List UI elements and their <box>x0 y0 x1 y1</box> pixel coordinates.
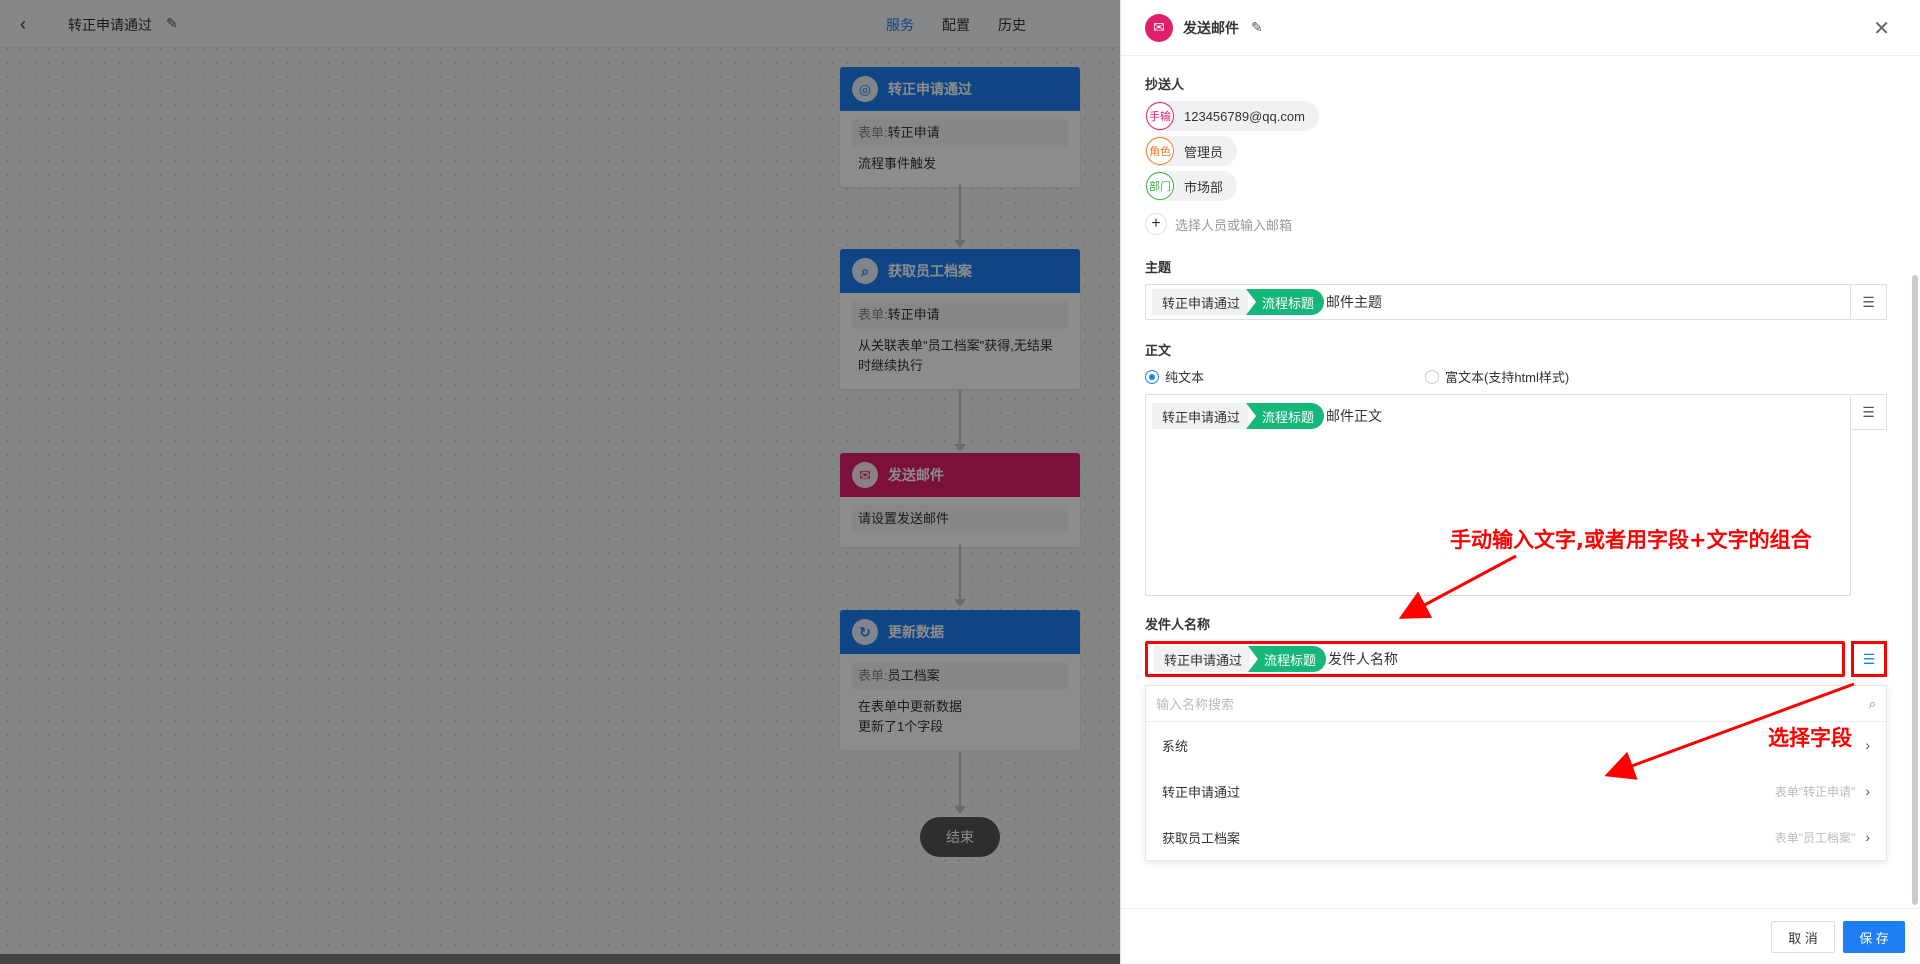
field-tag-source: 转正申请通过 <box>1152 289 1249 315</box>
vertical-scrollbar[interactable] <box>1912 275 1918 905</box>
subject-text: 邮件主题 <box>1326 294 1383 310</box>
flow-canvas: ‹ 转正申请通过 ✎ 服务 配置 历史 ◎ 转正申请通过 表单:转正申请 流程事… <box>0 0 1120 964</box>
mail-icon: ✉ <box>1145 13 1173 42</box>
cc-add-row[interactable]: + 选择人员或输入邮箱 <box>1145 213 1887 235</box>
subject-input[interactable]: 转正申请通过 流程标题 邮件主题 <box>1145 284 1851 320</box>
close-icon[interactable]: ✕ <box>1873 16 1890 41</box>
sender-field: 转正申请通过 流程标题 发件人名称 ☰ <box>1145 641 1887 677</box>
sender-text: 发件人名称 <box>1328 651 1399 667</box>
cc-value: 市场部 <box>1184 179 1224 195</box>
chevron-right-icon: › <box>1865 783 1870 799</box>
chevron-right-icon: › <box>1865 829 1870 845</box>
field-tag[interactable]: 流程标题 <box>1246 289 1325 315</box>
panel-header: ✉ 发送邮件 ✎ ✕ <box>1121 0 1920 56</box>
sender-label: 发件人名称 <box>1145 617 1211 632</box>
list-icon[interactable]: ☰ <box>1851 394 1887 430</box>
chevron-right-icon: › <box>1865 737 1870 753</box>
dropdown-item-hint: 表单"转正申请" <box>1774 784 1856 799</box>
dropdown-item-label: 转正申请通过 <box>1162 784 1241 800</box>
cc-row: 角色 管理员 <box>1145 136 1887 166</box>
horizontal-scrollbar[interactable] <box>0 954 1120 964</box>
cc-chip[interactable]: 手输 123456789@qq.com <box>1145 101 1319 131</box>
dropdown-item-label: 获取员工档案 <box>1162 830 1241 846</box>
cc-type-badge: 角色 <box>1146 137 1174 165</box>
dropdown-item-hint: 表单"员工档案" <box>1774 830 1856 845</box>
body-label: 正文 <box>1145 343 1172 358</box>
cc-type-badge: 手输 <box>1146 102 1174 130</box>
cc-row: 手输 123456789@qq.com <box>1145 101 1887 131</box>
list-icon[interactable]: ☰ <box>1851 641 1887 677</box>
field-search[interactable]: 输入名称搜索 ⌕ <box>1146 686 1886 722</box>
cc-type-badge: 部门 <box>1146 172 1174 200</box>
cancel-button[interactable]: 取 消 <box>1771 921 1835 953</box>
radio-label: 纯文本 <box>1165 370 1205 385</box>
field-search-input[interactable]: 输入名称搜索 <box>1156 694 1234 713</box>
search-icon: ⌕ <box>1868 695 1876 711</box>
field-picker-dropdown: 输入名称搜索 ⌕ 系统 › 转正申请通过 表单"转正申请" › 获取员工档案 表… <box>1145 685 1887 861</box>
radio-label: 富文本(支持html样式) <box>1445 370 1570 385</box>
field-tag-source: 转正申请通过 <box>1154 646 1251 672</box>
body-text: 邮件正文 <box>1326 408 1383 424</box>
annotation-manual-input: 手动输入文字,或者用字段+文字的组合 <box>1450 528 1812 552</box>
panel-title: 发送邮件 <box>1183 19 1239 36</box>
field-tag[interactable]: 流程标题 <box>1248 646 1327 672</box>
annotation-select-field: 选择字段 <box>1768 726 1852 750</box>
radio-unchecked-icon[interactable] <box>1425 369 1439 384</box>
cc-chip[interactable]: 部门 市场部 <box>1145 171 1238 201</box>
subject-field: 转正申请通过 流程标题 邮件主题 ☰ <box>1145 284 1887 320</box>
dropdown-item[interactable]: 转正申请通过 表单"转正申请" › <box>1146 768 1886 814</box>
cc-value: 管理员 <box>1184 144 1224 160</box>
sender-input[interactable]: 转正申请通过 流程标题 发件人名称 <box>1145 641 1845 677</box>
radio-plain-text[interactable]: 纯文本 <box>1145 367 1425 386</box>
modal-overlay[interactable] <box>0 0 1120 964</box>
cc-add-placeholder[interactable]: 选择人员或输入邮箱 <box>1175 215 1292 234</box>
body-textarea[interactable]: 转正申请通过 流程标题 邮件正文 <box>1145 394 1851 596</box>
cc-label: 抄送人 <box>1145 77 1185 92</box>
cc-chip[interactable]: 角色 管理员 <box>1145 136 1238 166</box>
cc-value: 123456789@qq.com <box>1184 108 1305 124</box>
plus-icon[interactable]: + <box>1145 213 1167 235</box>
list-icon[interactable]: ☰ <box>1851 284 1887 320</box>
cc-row: 部门 市场部 <box>1145 171 1887 201</box>
radio-checked-icon[interactable] <box>1145 369 1159 384</box>
field-tag-source: 转正申请通过 <box>1152 403 1249 429</box>
dropdown-item-label: 系统 <box>1162 738 1189 754</box>
save-button[interactable]: 保 存 <box>1843 921 1905 953</box>
send-mail-panel: ✉ 发送邮件 ✎ ✕ 抄送人 手输 123456789@qq.com 角色 管理… <box>1120 0 1920 964</box>
body-field: 转正申请通过 流程标题 邮件正文 ☰ <box>1145 394 1887 596</box>
panel-footer: 取 消 保 存 <box>1121 908 1920 964</box>
field-tag[interactable]: 流程标题 <box>1246 403 1325 429</box>
body-format-radios: 纯文本 富文本(支持html样式) <box>1145 367 1887 386</box>
dropdown-item[interactable]: 获取员工档案 表单"员工档案" › <box>1146 814 1886 860</box>
subject-label: 主题 <box>1145 260 1172 275</box>
edit-icon[interactable]: ✎ <box>1251 19 1263 36</box>
radio-rich-text[interactable]: 富文本(支持html样式) <box>1425 367 1569 386</box>
